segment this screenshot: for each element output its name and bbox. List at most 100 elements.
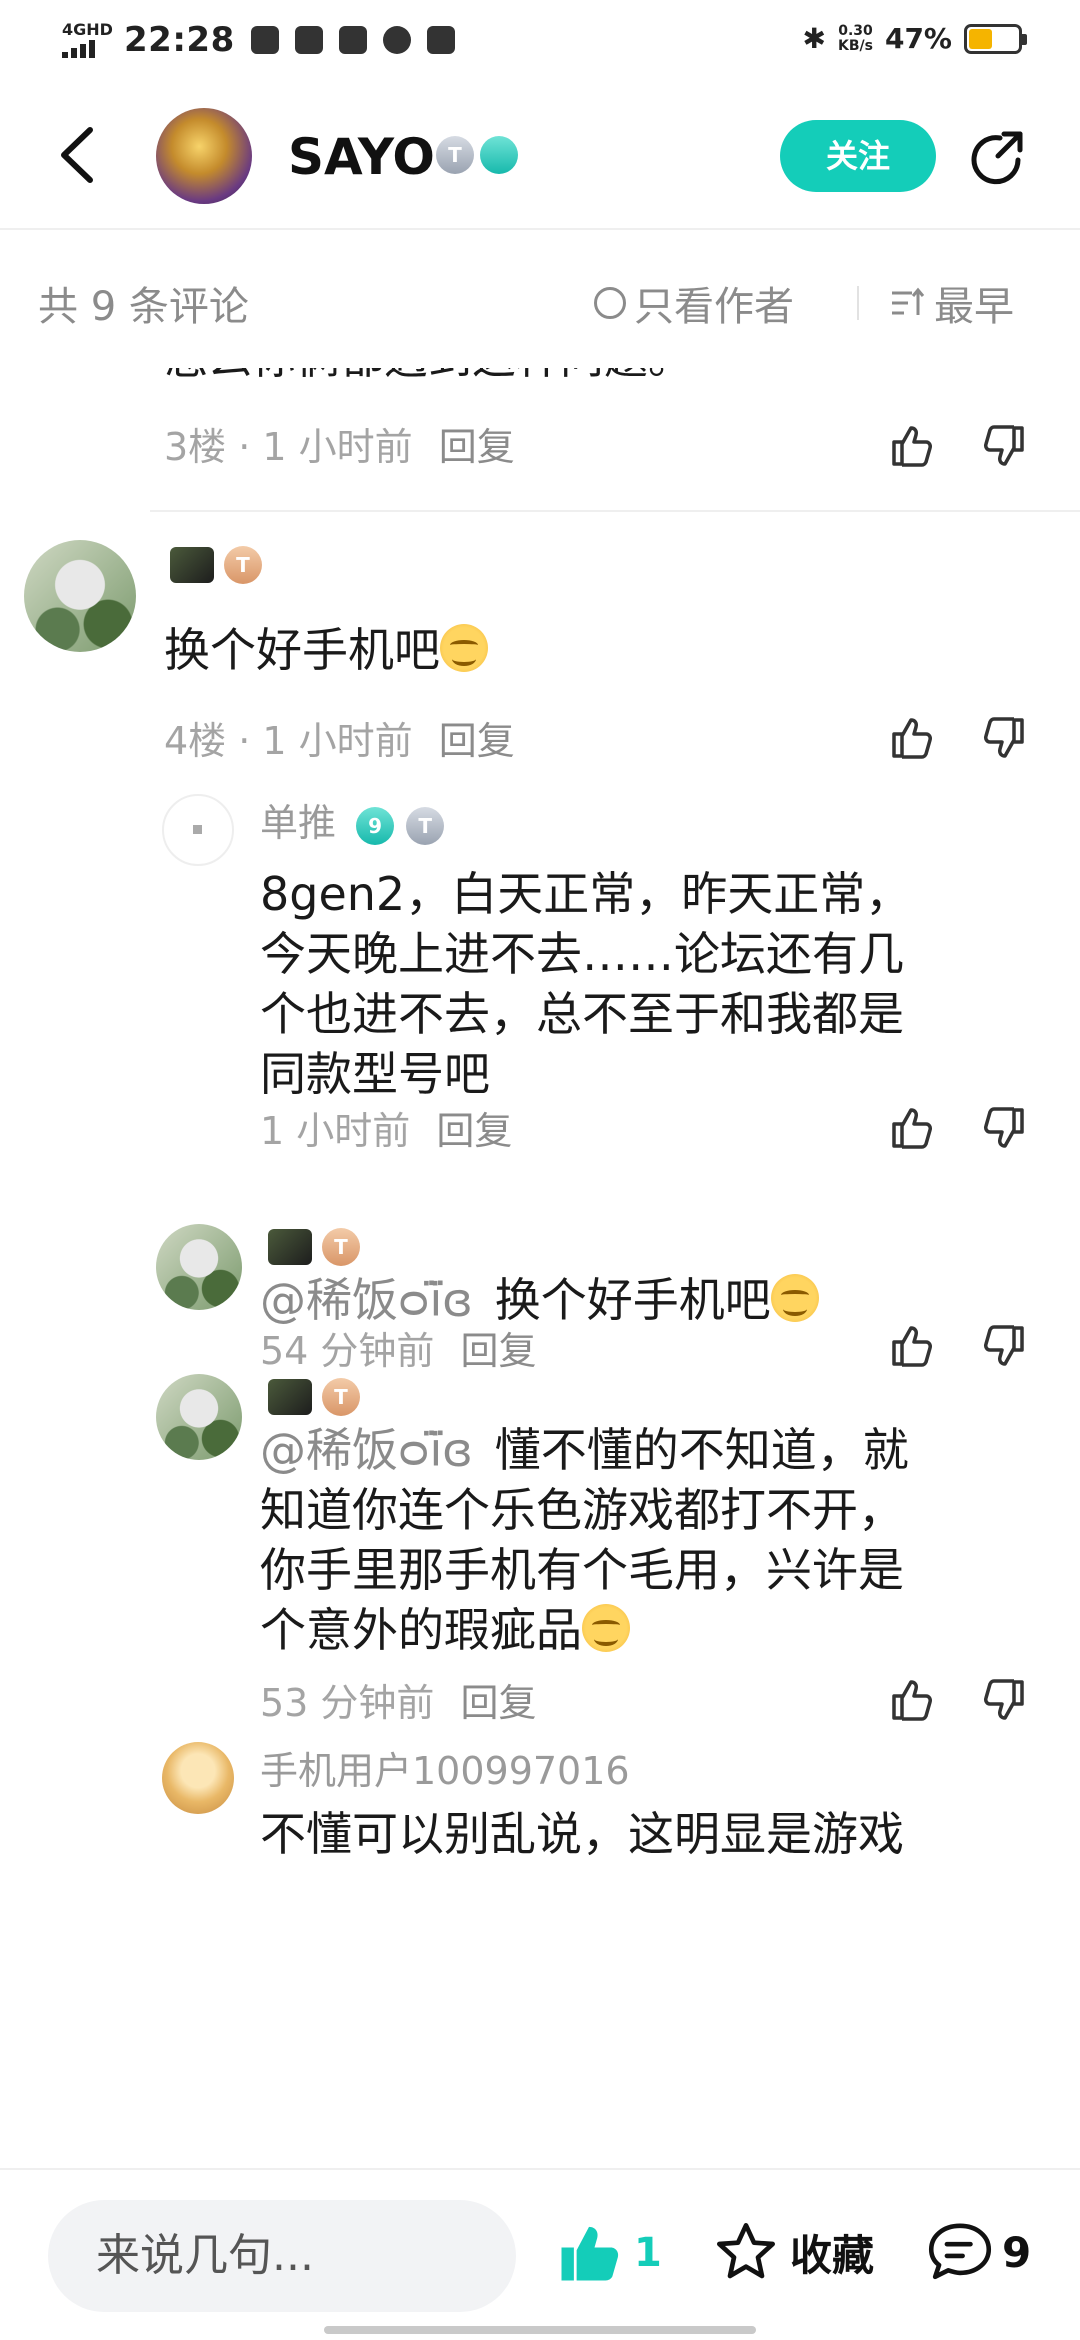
level-badge-icon: T	[406, 806, 445, 845]
reply-1-line-2: 今天晚上进不去……论坛还有几	[260, 927, 904, 981]
reply-3-line-1-content: 懂不懂的不知道，就	[494, 1423, 909, 1477]
only-author-toggle[interactable]: 只看作者	[594, 274, 794, 332]
share-icon[interactable]	[966, 126, 1030, 190]
favorite-label: 收藏	[790, 2230, 875, 2280]
signal-bars-icon	[62, 40, 114, 58]
battery-icon	[964, 23, 1027, 54]
reply-3-line-1: @稀饭ᴑï̈ɞ 懂不懂的不知道，就	[260, 1420, 909, 1480]
comment-3-reply-button[interactable]: 回复	[439, 425, 515, 469]
sort-icon	[892, 287, 925, 315]
author-badges: T	[436, 136, 518, 174]
comment-4-badges: T	[170, 546, 262, 584]
home-indicator[interactable]	[324, 2326, 756, 2334]
comment-4-reply-button[interactable]: 回复	[439, 719, 515, 763]
reply-3-badges: T	[268, 1378, 360, 1416]
thumbs-down-icon[interactable]	[980, 1676, 1028, 1724]
thumbs-up-icon[interactable]	[888, 1676, 936, 1724]
comment-total: 9	[1002, 2227, 1032, 2277]
mail-notification-icon	[338, 26, 367, 54]
like-button[interactable]: 1	[556, 2220, 662, 2286]
thumbs-up-icon[interactable]	[888, 1104, 936, 1152]
reply-3-meta: 53 分钟前 回复	[260, 1672, 537, 1727]
bluetooth-icon: ✱	[802, 22, 826, 55]
reply-3-line-2: 知道你连个乐色游戏都打不开，	[260, 1483, 904, 1537]
signal-indicator: 4GHD	[62, 22, 114, 58]
reply-3-reply-button[interactable]: 回复	[461, 1681, 537, 1725]
sort-label: 最早	[934, 284, 1014, 330]
thumbs-up-icon[interactable]	[888, 1322, 936, 1370]
reply-1-reply-button[interactable]: 回复	[436, 1109, 512, 1153]
comment-3-text: 怎么你俩都遇到这种问题。	[164, 368, 692, 386]
reply-1-line-4: 同款型号吧	[260, 1047, 490, 1101]
comments-button[interactable]: 9	[926, 2220, 1031, 2284]
comment-4-text-content: 换个好手机吧	[164, 623, 440, 677]
reply-2-mention[interactable]: @稀饭ᴑï̈ɞ	[260, 1273, 473, 1327]
speed-value: 0.30	[838, 22, 873, 39]
comment-4-text: 换个好手机吧	[164, 620, 488, 680]
reply-2-text-content: 换个好手机吧	[494, 1273, 771, 1327]
level-badge-icon: T	[322, 1228, 360, 1266]
favorite-button[interactable]: 收藏	[714, 2220, 874, 2284]
filter-divider	[857, 286, 859, 320]
comment-feed[interactable]: 怎么你俩都遇到这种问题。 3楼 · 1 小时前 回复 T 换个好手机吧 4楼 ·…	[0, 368, 1080, 2168]
author-avatar[interactable]	[156, 108, 252, 204]
status-left: 4GHD 22:28	[62, 20, 455, 60]
comment-3-time: 3楼 · 1 小时前	[164, 425, 413, 469]
reply-3-avatar[interactable]	[156, 1374, 242, 1460]
taobao-notification-icon	[250, 26, 279, 54]
only-author-label: 只看作者	[634, 284, 794, 330]
level-badge-icon: T	[436, 136, 474, 174]
thumbs-down-icon[interactable]	[980, 1104, 1028, 1152]
reply-2-time: 54 分钟前	[260, 1329, 435, 1373]
star-icon	[717, 2223, 775, 2279]
thumbs-up-icon[interactable]	[888, 422, 936, 470]
back-button[interactable]	[50, 120, 110, 190]
thumbs-down-icon[interactable]	[980, 422, 1028, 470]
reply-1-line-3: 个也进不去，总不至于和我都是	[260, 987, 904, 1041]
thumbs-up-icon[interactable]	[888, 714, 936, 762]
comment-filter-bar: 共 9 条评论 只看作者 最早	[0, 232, 1080, 368]
comment-3-meta: 3楼 · 1 小时前 回复	[164, 416, 515, 471]
reply-4-line-1: 不懂可以别乱说，这明显是游戏	[260, 1807, 904, 1861]
reply-2-badges: T	[268, 1228, 360, 1266]
reply-1-avatar[interactable]	[162, 794, 234, 866]
reply-2-meta: 54 分钟前 回复	[260, 1320, 537, 1375]
app-notification-icon	[294, 26, 323, 54]
comment-bubble-icon	[928, 2223, 992, 2280]
comment-4-time: 4楼 · 1 小时前	[164, 719, 413, 763]
smile-emoji-icon	[770, 1274, 819, 1322]
level-badge-icon: T	[224, 546, 262, 584]
reply-3-line-3: 你手里那手机有个毛用，兴许是	[260, 1543, 904, 1597]
author-name[interactable]: SAYO	[288, 128, 435, 186]
honor-badge-icon	[480, 136, 518, 174]
user-hat-badge-icon	[170, 547, 214, 583]
reply-4-author-name[interactable]: 手机用户100997016	[260, 1740, 630, 1795]
reply-3-mention[interactable]: @稀饭ᴑï̈ɞ	[260, 1423, 473, 1477]
reply-2-avatar[interactable]	[156, 1224, 242, 1310]
reply-2-reply-button[interactable]: 回复	[461, 1329, 537, 1373]
comment-4-avatar[interactable]	[24, 540, 136, 652]
radio-circle-icon	[594, 287, 626, 319]
reply-4-avatar[interactable]	[162, 1742, 234, 1814]
smile-emoji-icon	[582, 1604, 630, 1652]
level-badge-icon: T	[322, 1378, 360, 1416]
network-type: 4GHD	[62, 20, 113, 39]
user-hat-badge-icon	[268, 1229, 312, 1265]
thumbs-up-filled-icon	[561, 2226, 619, 2281]
thumbs-down-icon[interactable]	[980, 714, 1028, 762]
network-speed: 0.30 KB/s	[838, 22, 873, 54]
comment-input[interactable]: 来说几句...	[48, 2200, 516, 2312]
comment-separator	[150, 510, 1080, 512]
sort-toggle[interactable]: 最早	[890, 274, 1014, 332]
reply-1-author[interactable]: 单推 9 T	[260, 792, 445, 847]
comment-4-meta: 4楼 · 1 小时前 回复	[164, 710, 515, 765]
user-hat-badge-icon	[268, 1379, 312, 1415]
shield-notification-icon	[426, 26, 455, 54]
speed-unit: KB/s	[838, 37, 873, 54]
follow-button[interactable]: 关注	[780, 120, 936, 192]
header: SAYO T 关注	[0, 84, 1080, 230]
clock: 22:28	[124, 20, 235, 60]
reply-1-time: 1 小时前	[260, 1109, 411, 1153]
comment-count: 共 9 条评论	[38, 284, 249, 330]
thumbs-down-icon[interactable]	[980, 1322, 1028, 1370]
